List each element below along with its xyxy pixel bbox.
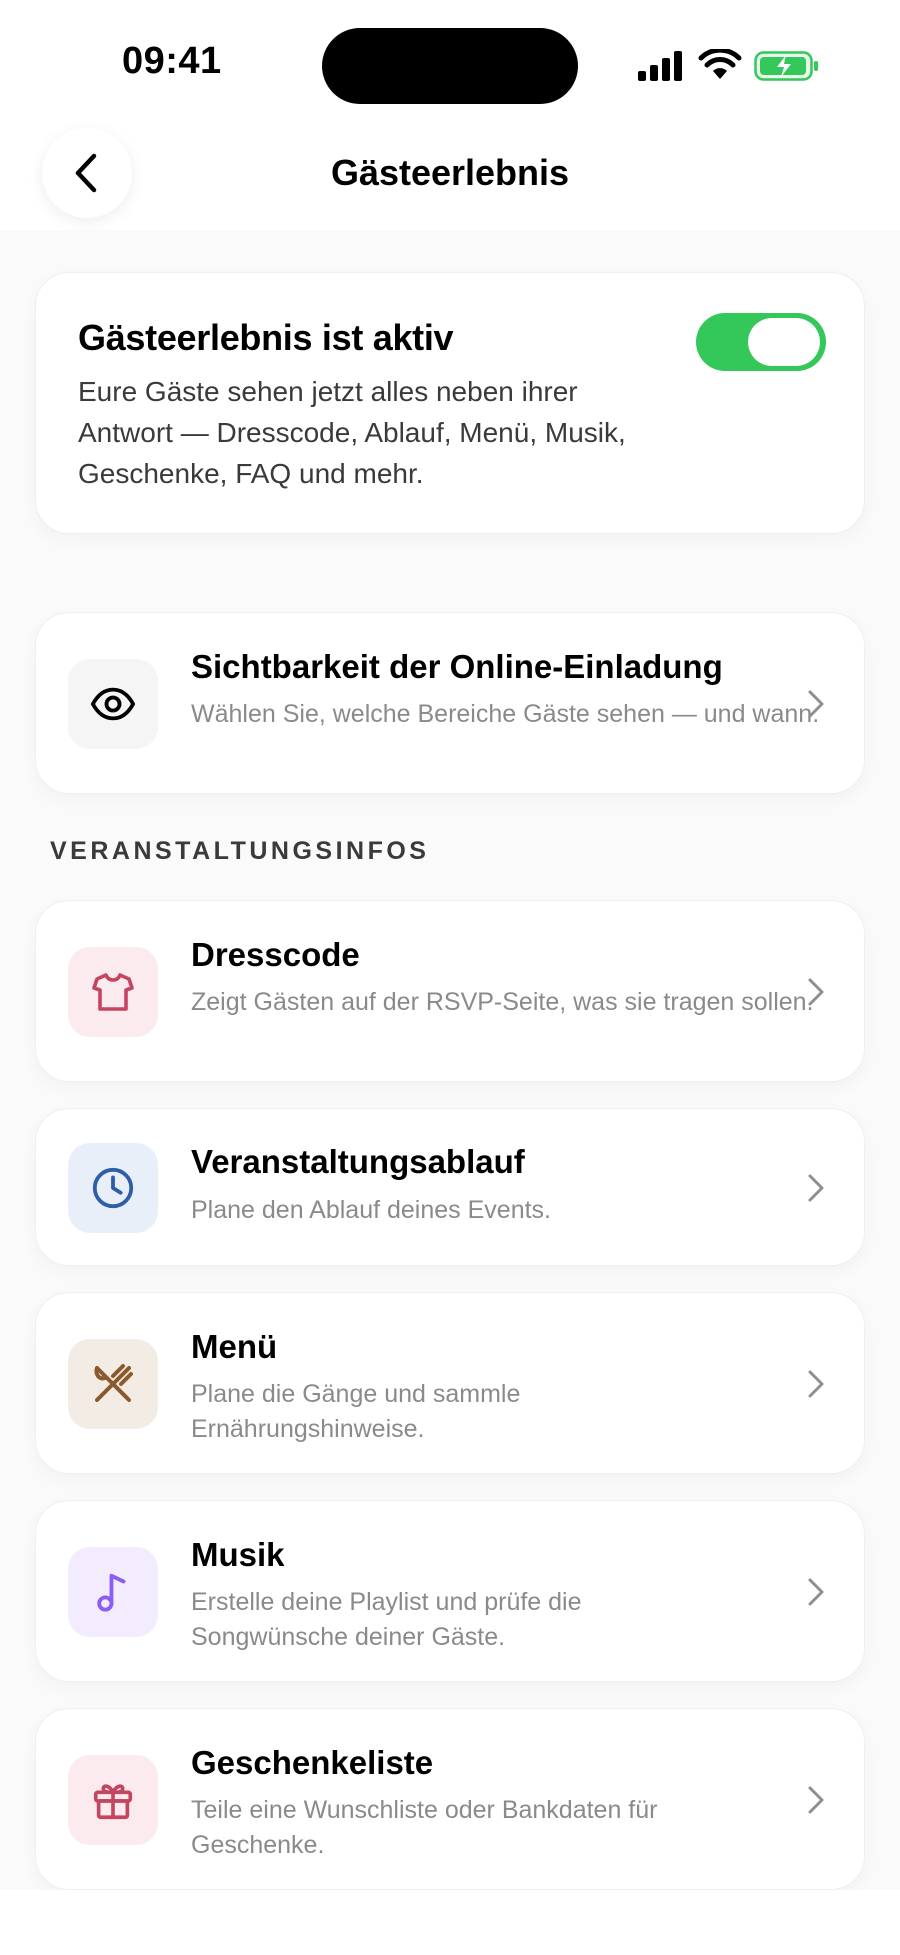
music-note-icon	[97, 1573, 126, 1612]
guest-experience-toggle[interactable]	[696, 313, 826, 371]
utensils-icon	[94, 1364, 133, 1402]
toggle-knob	[748, 318, 820, 366]
chevron-right-icon	[808, 1174, 824, 1202]
eye-icon	[90, 687, 136, 721]
chevron-right-icon	[808, 978, 824, 1006]
list-item-title: Geschenkeliste	[191, 1744, 434, 1781]
guest-experience-status-card: Gästeerlebnis ist aktiv Eure Gäste sehen…	[35, 272, 865, 534]
gift-icon-tile	[68, 1755, 158, 1845]
dresscode-icon-tile	[68, 947, 158, 1037]
list-item-title: Dresscode	[191, 936, 360, 973]
list-item-subtitle: Erstelle deine Playlist und prüfe die So…	[191, 1588, 582, 1651]
section-header-event-info: VERANSTALTUNGSINFOS	[50, 837, 430, 865]
dynamic-island	[322, 28, 578, 104]
status-bar: 09:41	[0, 0, 900, 120]
list-item-menu[interactable]: Menü Plane die Gänge und sammle Ernährun…	[35, 1292, 865, 1474]
list-item-gift-registry[interactable]: Geschenkeliste Teile eine Wunschliste od…	[35, 1708, 865, 1890]
tshirt-icon	[92, 973, 134, 1011]
screen: 09:41 Gästeerlebnis Gästeerlebnis ist ak…	[0, 0, 900, 1955]
gift-icon	[93, 1784, 133, 1820]
list-item-title: Veranstaltungsablauf	[191, 1143, 525, 1180]
visibility-settings-row[interactable]: Sichtbarkeit der Online-Einladung Wählen…	[35, 612, 865, 794]
chevron-right-icon	[808, 690, 824, 718]
list-item-title: Musik	[191, 1536, 285, 1573]
visibility-title: Sichtbarkeit der Online-Einladung	[191, 648, 723, 685]
cellular-signal-icon	[638, 51, 682, 81]
battery-charging-icon	[754, 51, 818, 81]
status-time: 09:41	[122, 40, 222, 82]
visibility-icon-tile	[68, 659, 158, 749]
list-item-dresscode[interactable]: Dresscode Zeigt Gästen auf der RSVP-Seit…	[35, 900, 865, 1082]
navigation-bar: Gästeerlebnis	[0, 120, 900, 230]
status-card-title: Gästeerlebnis ist aktiv	[78, 317, 454, 358]
list-item-subtitle: Plane die Gänge und sammle Ernährungshin…	[191, 1380, 521, 1443]
chevron-right-icon	[808, 1578, 824, 1606]
chevron-right-icon	[808, 1786, 824, 1814]
wifi-icon	[698, 49, 742, 79]
list-item-subtitle: Plane den Ablauf deines Events.	[191, 1196, 551, 1224]
list-item-title: Menü	[191, 1328, 278, 1365]
status-card-description: Eure Gäste sehen jetzt alles neben ihrer…	[78, 376, 626, 489]
music-icon-tile	[68, 1547, 158, 1637]
list-item-event-schedule[interactable]: Veranstaltungsablauf Plane den Ablauf de…	[35, 1108, 865, 1266]
chevron-right-icon	[808, 1370, 824, 1398]
list-item-subtitle: Zeigt Gästen auf der RSVP-Seite, was sie…	[191, 988, 814, 1016]
clock-icon	[92, 1167, 134, 1209]
list-item-subtitle: Teile eine Wunschliste oder Bankdaten fü…	[191, 1796, 658, 1859]
list-item-music[interactable]: Musik Erstelle deine Playlist und prüfe …	[35, 1500, 865, 1682]
bottom-fade	[0, 1890, 900, 1955]
page-title: Gästeerlebnis	[330, 152, 570, 193]
menu-icon-tile	[68, 1339, 158, 1429]
visibility-subtitle: Wählen Sie, welche Bereiche Gäste sehen …	[191, 700, 820, 728]
schedule-icon-tile	[68, 1143, 158, 1233]
